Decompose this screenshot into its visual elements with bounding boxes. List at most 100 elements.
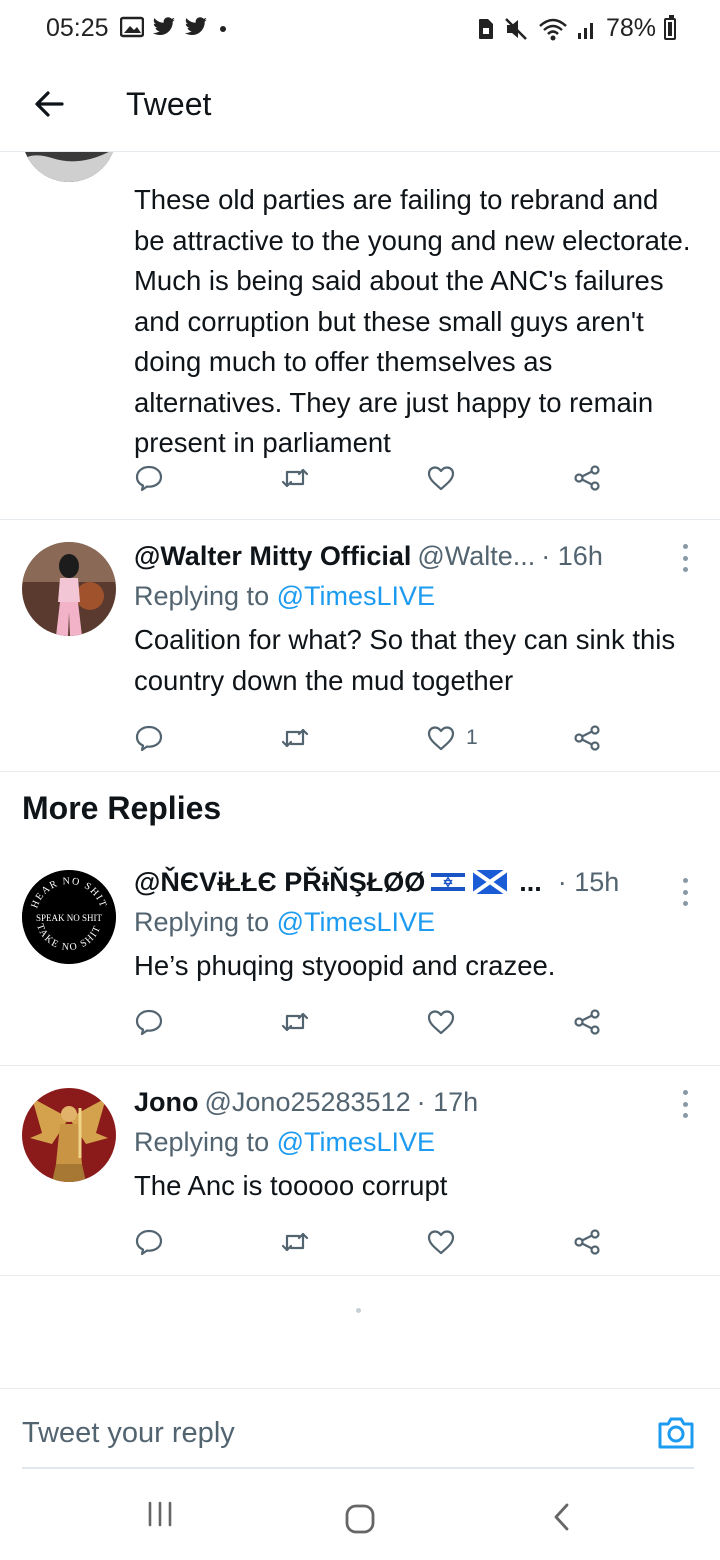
retweet-icon (281, 1012, 309, 1032)
tweet-text: Coalition for what? So that they can sin… (134, 624, 676, 696)
heart-icon (427, 1010, 455, 1035)
tweet-actions (134, 1002, 624, 1042)
replying-to: Replying to @TimesLIVE (134, 1122, 694, 1162)
home-icon[interactable] (344, 1504, 376, 1534)
system-nav-bar (0, 1470, 720, 1560)
camera-icon[interactable] (656, 1415, 696, 1451)
avatar[interactable]: HEAR NO SHIT SPEAK NO SHIT TAKE NO SHIT (22, 870, 116, 964)
more-options-button[interactable] (680, 878, 690, 906)
replying-to: Replying to @TimesLIVE (134, 576, 694, 616)
tweet-item[interactable]: @Walter Mitty Official @Walte... · 16h R… (0, 520, 720, 772)
like-button[interactable] (426, 1222, 466, 1262)
tweet-item[interactable]: These old parties are failing to rebrand… (0, 152, 720, 520)
author-name[interactable]: Jono (134, 1082, 199, 1122)
status-right: 78% (476, 14, 676, 43)
replying-to: Replying to @TimesLIVE (134, 902, 694, 942)
avatar[interactable] (22, 1088, 116, 1182)
tweet-item[interactable]: Jono @Jono25283512 · 17h Replying to @Ti… (0, 1066, 720, 1276)
like-count: 1 (466, 726, 478, 749)
status-left-icons (120, 16, 230, 38)
replying-mention[interactable]: @TimesLIVE (277, 581, 435, 611)
arrow-left-icon[interactable] (30, 84, 70, 124)
reply-feed[interactable]: These old parties are failing to rebrand… (0, 152, 720, 1388)
like-button[interactable] (426, 458, 466, 498)
avatar-image (22, 1088, 116, 1182)
reply-button[interactable] (134, 718, 164, 758)
retweet-button[interactable] (280, 458, 310, 498)
tweet-text: The Anc is tooooo corrupt (134, 1170, 448, 1201)
tweet-header: Jono @Jono25283512 · 17h (134, 1082, 694, 1122)
tweet-text: He’s phuqing styoopid and crazee. (134, 950, 556, 981)
tweet-actions (134, 458, 624, 498)
reply-icon (135, 1009, 163, 1036)
avatar-image: HEAR NO SHIT SPEAK NO SHIT TAKE NO SHIT (22, 870, 116, 964)
replying-prefix: Replying to (134, 1127, 270, 1157)
back-icon[interactable] (550, 1502, 574, 1532)
reply-icon (135, 725, 163, 752)
dot-icon (220, 26, 226, 32)
author-handle[interactable]: @Jono25283512 (205, 1082, 411, 1122)
wifi-icon (539, 18, 567, 40)
tweet-header: @Walter Mitty Official @Walte... · 16h (134, 536, 694, 576)
author-handle[interactable]: @Walte... (417, 536, 535, 576)
like-button[interactable]: 1 (426, 718, 478, 758)
replying-mention[interactable]: @TimesLIVE (277, 1127, 435, 1157)
author-name[interactable]: @ŇЄVɨŁŁЄ PŘɨŇŞŁØØ (134, 862, 425, 902)
signal-icon (577, 22, 593, 39)
share-button[interactable] (572, 1002, 602, 1042)
composer-underline (22, 1467, 694, 1469)
retweet-button[interactable] (280, 1222, 310, 1262)
share-icon (574, 725, 600, 751)
status-bar: 05:25 78% (0, 0, 720, 62)
heart-icon (427, 726, 455, 751)
retweet-button[interactable] (280, 718, 310, 758)
reply-button[interactable] (134, 458, 164, 498)
share-icon (574, 1229, 600, 1255)
avatar[interactable] (22, 152, 116, 182)
twitter-icon (185, 17, 207, 35)
share-button[interactable] (572, 1222, 602, 1262)
reply-composer: Tweet your reply (0, 1388, 720, 1469)
sim-icon (478, 18, 493, 39)
recents-icon[interactable] (146, 1500, 174, 1528)
gallery-icon (120, 16, 144, 38)
retweet-icon (281, 468, 309, 488)
retweet-icon (281, 1232, 309, 1252)
page-title: Tweet (126, 86, 212, 122)
scotland-flag-icon (473, 870, 508, 894)
replying-mention[interactable]: @TimesLIVE (277, 907, 435, 937)
tweet-time: · 15h (557, 867, 620, 897)
avatar-center-text: SPEAK NO SHIT (36, 913, 103, 923)
avatar-image (22, 152, 116, 182)
retweet-button[interactable] (280, 1002, 310, 1042)
author-handle[interactable]: ... (519, 862, 542, 902)
more-options-button[interactable] (680, 1090, 690, 1118)
avatar[interactable] (22, 542, 116, 636)
share-icon (574, 465, 600, 491)
reply-button[interactable] (134, 1222, 164, 1262)
reply-icon (135, 1229, 163, 1256)
battery-icon (664, 14, 676, 40)
more-options-button[interactable] (680, 544, 690, 572)
status-time: 05:25 (46, 14, 109, 42)
share-icon (574, 1009, 600, 1035)
share-button[interactable] (572, 458, 602, 498)
more-options-button[interactable] (680, 1028, 690, 1056)
israel-flag-icon (431, 870, 466, 894)
tweet-time: · 16h (541, 541, 603, 571)
tweet-item[interactable]: HEAR NO SHIT SPEAK NO SHIT TAKE NO SHIT … (0, 846, 720, 1066)
like-button[interactable] (426, 1002, 466, 1042)
share-button[interactable] (572, 718, 602, 758)
author-name[interactable]: @Walter Mitty Official (134, 536, 411, 576)
tweet-header: @ŇЄVɨŁŁЄ PŘɨŇŞŁØØ ... · 15h (134, 862, 694, 902)
avatar-image (22, 542, 116, 636)
app-header: Tweet (0, 62, 720, 152)
reply-input[interactable]: Tweet your reply (22, 1417, 235, 1450)
battery-percent: 78% (605, 14, 656, 42)
replying-prefix: Replying to (134, 581, 270, 611)
tweet-time: · 17h (416, 1087, 479, 1117)
reply-button[interactable] (134, 1002, 164, 1042)
replying-prefix: Replying to (134, 907, 270, 937)
tweet-actions (134, 1222, 624, 1262)
mute-icon (505, 17, 527, 40)
